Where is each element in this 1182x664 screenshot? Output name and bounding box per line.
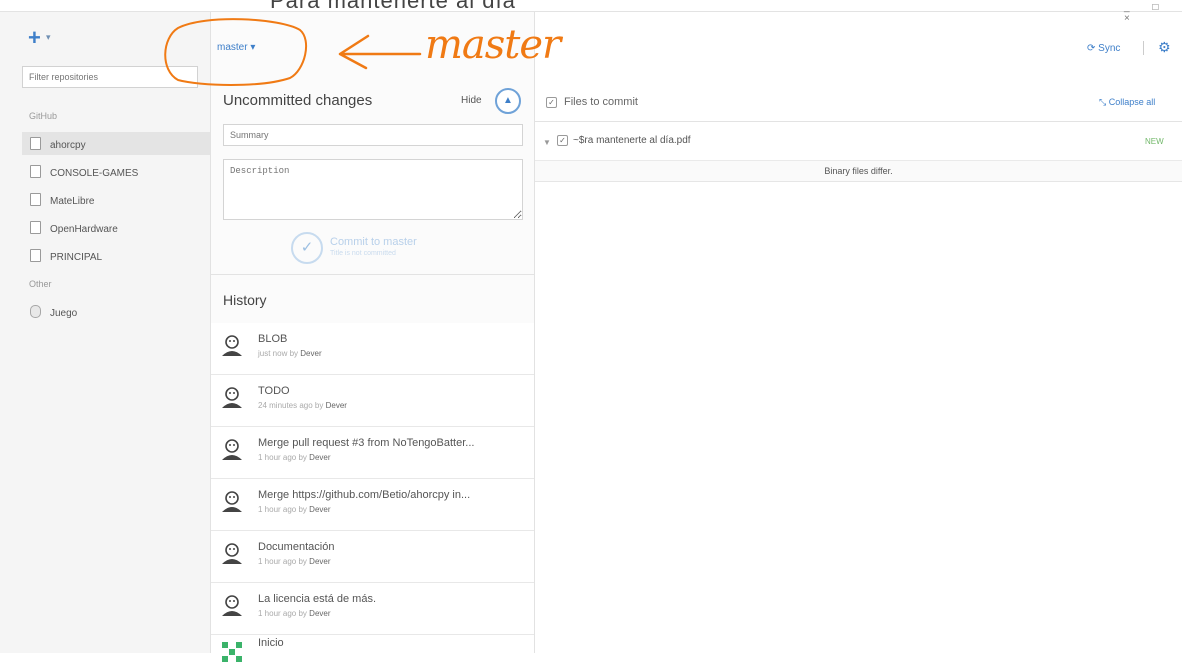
toolbar-divider [1143, 41, 1144, 55]
commit-meta: 1 hour ago by Dever [258, 453, 331, 462]
sidebar-item-openhardware[interactable]: OpenHardware [22, 216, 210, 239]
sync-button[interactable]: ⟳ Sync [1087, 43, 1120, 54]
commit-meta: 1 hour ago by Dever [258, 609, 331, 618]
repository-icon [30, 193, 41, 206]
commit-title: Merge https://github.com/Betio/ahorcpy i… [258, 489, 471, 501]
commit-title: La licencia está de más. [258, 593, 377, 605]
gear-icon[interactable]: ⚙ [1158, 39, 1171, 56]
sidebar [0, 12, 211, 653]
expand-triangle-icon[interactable]: ▼ [543, 138, 551, 147]
commit-meta: 24 minutes ago by Dever [258, 401, 347, 410]
commit-title: TODO [258, 385, 290, 397]
repository-icon [30, 137, 41, 150]
history-title: History [223, 292, 267, 308]
select-all-checkbox[interactable]: ✓ [546, 97, 557, 108]
summary-input[interactable] [223, 124, 523, 146]
uncommitted-changes-title: Uncommitted changes [223, 92, 373, 109]
history-item[interactable]: Documentación 1 hour ago by Dever [211, 531, 534, 583]
commit-meta: 1 hour ago by Dever [258, 557, 331, 566]
collapse-all-button[interactable]: ⤡ Collapse all [1099, 97, 1155, 108]
history-item[interactable]: Inicio [211, 635, 534, 662]
avatar-icon [222, 595, 242, 616]
commit-title: Merge pull request #3 from NoTengoBatter… [258, 437, 475, 449]
filter-repositories-input[interactable] [22, 66, 198, 88]
commit-title: Documentación [258, 541, 335, 553]
commit-title: Inicio [258, 637, 284, 649]
avatar-icon [222, 335, 242, 356]
history-item[interactable]: Merge pull request #3 from NoTengoBatter… [211, 427, 534, 479]
branch-label: master [217, 42, 248, 53]
history-item[interactable]: BLOB just now by Dever [211, 323, 534, 375]
repository-icon [30, 221, 41, 234]
collapse-icon: ⤡ [1099, 97, 1107, 107]
window-top-strip: Para mantenerte al día [0, 0, 1182, 13]
sidebar-item-ahorcpy[interactable]: ahorcpy [22, 132, 210, 155]
file-status-badge: NEW [1145, 137, 1164, 146]
avatar-icon [222, 543, 242, 564]
avatar-icon [222, 491, 242, 512]
history-item[interactable]: Merge https://github.com/Betio/ahorcpy i… [211, 479, 534, 531]
chevron-up-icon[interactable]: ▲ [495, 88, 521, 114]
branch-selector[interactable]: master ▾ [217, 42, 255, 53]
repository-icon [30, 165, 41, 178]
sidebar-item-label: MateLibre [50, 196, 95, 207]
collapse-all-label: Collapse all [1108, 97, 1156, 107]
hide-label[interactable]: Hide [461, 95, 482, 106]
window-controls[interactable]: _ □ × [1124, 2, 1182, 24]
add-repository-button[interactable]: + [28, 25, 41, 51]
commit-meta: 1 hour ago by Dever [258, 505, 331, 514]
sidebar-item-console-games[interactable]: CONSOLE-GAMES [22, 160, 210, 183]
sidebar-group-github: GitHub [29, 111, 58, 121]
local-repository-icon [30, 305, 41, 318]
avatar-icon [222, 387, 242, 408]
diff-message: Binary files differ. [535, 161, 1182, 182]
sidebar-item-label: OpenHardware [50, 224, 118, 235]
sidebar-item-label: Juego [50, 308, 78, 319]
sync-icon: ⟳ [1087, 43, 1096, 54]
identicon-icon [222, 642, 242, 662]
sidebar-group-other: Other [29, 279, 52, 289]
commit-button-sublabel: Title is not committed [330, 250, 396, 257]
files-to-commit-label: Files to commit [564, 96, 638, 108]
add-caret-icon[interactable]: ▾ [46, 32, 51, 43]
sidebar-item-juego[interactable]: Juego [22, 300, 210, 323]
file-name: ~$ra mantenerte al día.pdf [573, 135, 691, 146]
branch-caret-icon: ▾ [250, 42, 256, 53]
commit-meta: just now by Dever [258, 349, 322, 358]
commit-title: BLOB [258, 333, 288, 345]
sidebar-item-label: CONSOLE-GAMES [50, 168, 139, 179]
avatar-icon [222, 439, 242, 460]
sidebar-item-principal[interactable]: PRINCIPAL [22, 244, 210, 267]
description-input[interactable] [223, 159, 523, 220]
sidebar-item-matelibre[interactable]: MateLibre [22, 188, 210, 211]
sync-label: Sync [1098, 43, 1121, 54]
handwritten-annotation: master [425, 22, 561, 68]
commit-check-icon[interactable]: ✓ [291, 232, 323, 264]
history-item[interactable]: La licencia está de más. 1 hour ago by D… [211, 583, 534, 635]
sidebar-item-label: ahorcpy [50, 140, 86, 151]
sidebar-item-label: PRINCIPAL [50, 252, 103, 263]
commit-button-label[interactable]: Commit to master [330, 236, 417, 248]
history-item[interactable]: TODO 24 minutes ago by Dever [211, 375, 534, 427]
file-checkbox[interactable]: ✓ [557, 135, 568, 146]
repository-icon [30, 249, 41, 262]
